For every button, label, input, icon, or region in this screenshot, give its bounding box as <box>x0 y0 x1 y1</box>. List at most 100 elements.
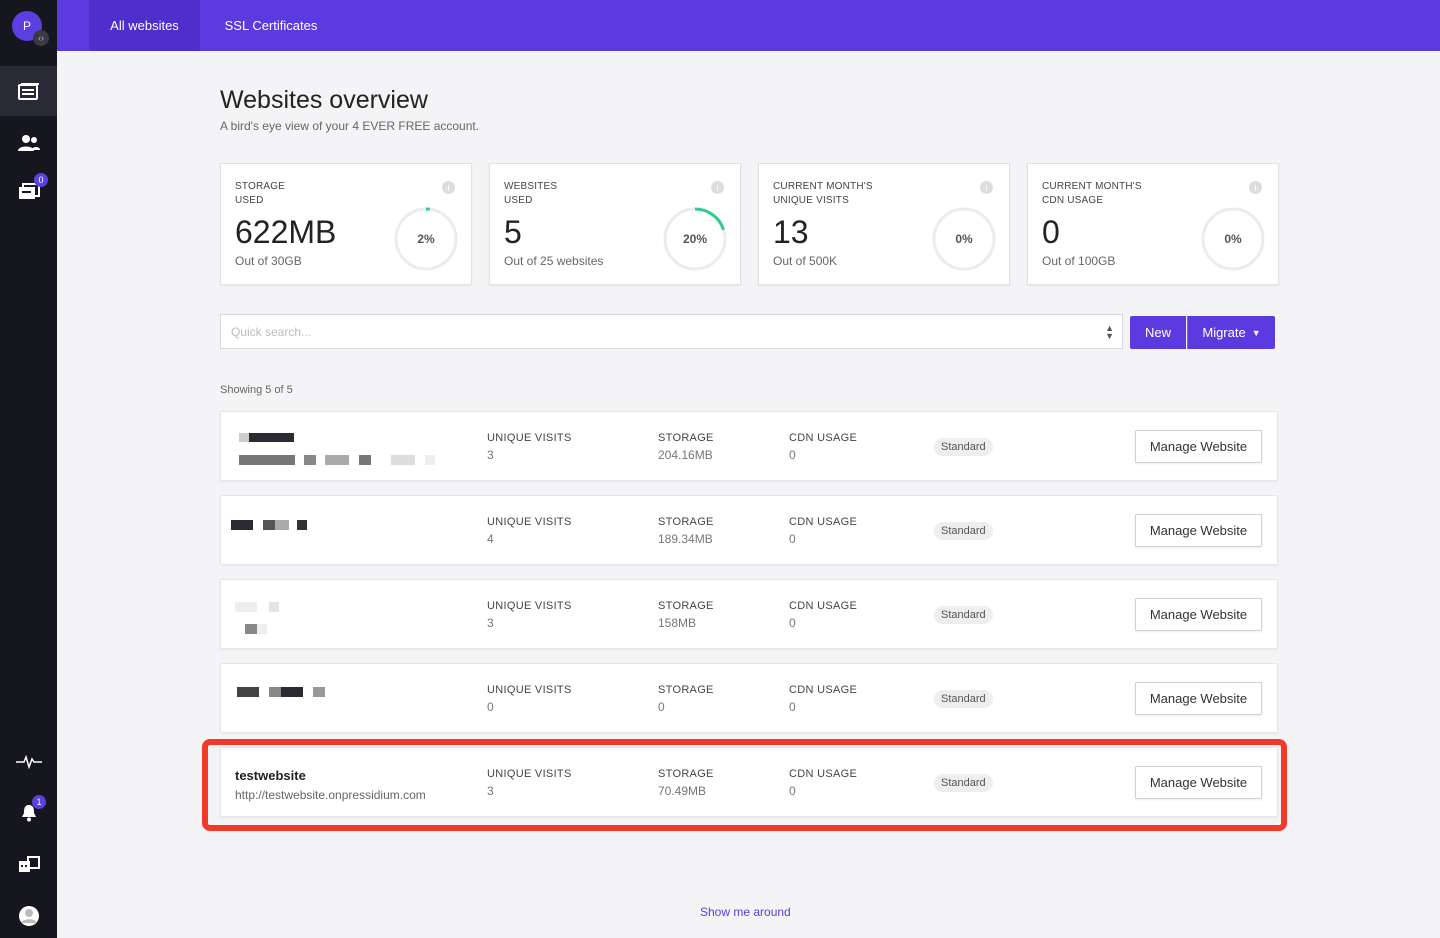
gauge-percent: 20% <box>682 232 708 246</box>
cdn-label: CDN USAGE <box>789 432 858 444</box>
cdn-label: CDN USAGE <box>789 684 858 696</box>
cdn-label: CDN USAGE <box>789 600 858 612</box>
storage-label: STORAGE <box>658 600 714 612</box>
gauge-percent: 0% <box>955 232 973 246</box>
manage-website-button[interactable]: Manage Website <box>1135 514 1262 547</box>
visits-label: UNIQUE VISITS <box>487 600 572 612</box>
cdn-value: 0 <box>789 532 796 546</box>
info-icon[interactable]: i <box>980 181 993 194</box>
plan-badge: Standard <box>934 522 993 540</box>
website-row-testwebsite: testwebsite http://testwebsite.onpressid… <box>220 747 1278 817</box>
site-name[interactable]: testwebsite <box>235 768 306 783</box>
manage-website-button[interactable]: Manage Website <box>1135 598 1262 631</box>
support-icon <box>18 856 40 872</box>
storage-value: 204.16MB <box>658 448 713 462</box>
stat-label: CURRENT MONTH'S UNIQUE VISITS <box>773 181 873 206</box>
cdn-value: 0 <box>789 700 796 714</box>
stat-value: 622MB <box>235 214 337 250</box>
top-navigation: All websites SSL Certificates <box>57 0 1440 51</box>
migrate-button[interactable]: Migrate ▼ <box>1187 316 1275 349</box>
website-row: UNIQUE VISITS 0 STORAGE 0 CDN USAGE 0 St… <box>220 663 1278 733</box>
messages-badge: 0 <box>34 173 48 187</box>
search-input[interactable] <box>221 315 1081 348</box>
storage-label: STORAGE <box>658 768 714 780</box>
storage-value: 189.34MB <box>658 532 713 546</box>
page-subtitle: A bird's eye view of your 4 EVER FREE ac… <box>220 119 480 133</box>
info-icon[interactable]: i <box>1249 181 1262 194</box>
websites-icon <box>17 83 39 100</box>
cdn-value: 0 <box>789 448 796 462</box>
gauge-percent: 0% <box>1224 232 1242 246</box>
gauge-percent: 2% <box>417 232 435 246</box>
cdn-label: CDN USAGE <box>789 516 858 528</box>
stat-sub: Out of 500K <box>773 254 838 268</box>
visits-label: UNIQUE VISITS <box>487 684 572 696</box>
show-me-around-link[interactable]: Show me around <box>700 905 791 919</box>
visits-value: 3 <box>487 784 494 798</box>
sidebar-item-messages[interactable] <box>0 168 57 218</box>
storage-value: 70.49MB <box>658 784 707 798</box>
website-row: UNIQUE VISITS 3 STORAGE 204.16MB CDN USA… <box>220 411 1278 481</box>
quick-search: ▲▼ <box>220 314 1123 349</box>
stat-sub: Out of 25 websites <box>504 254 604 268</box>
storage-label: STORAGE <box>658 684 714 696</box>
manage-website-button[interactable]: Manage Website <box>1135 766 1262 799</box>
visits-label: UNIQUE VISITS <box>487 516 572 528</box>
sidebar: P ‹› 0 1 <box>0 0 57 938</box>
page-title: Websites overview <box>220 86 428 114</box>
website-row: UNIQUE VISITS 4 STORAGE 189.34MB CDN USA… <box>220 495 1278 565</box>
storage-value: 0 <box>658 700 665 714</box>
plan-badge: Standard <box>934 438 993 456</box>
cdn-value: 0 <box>789 784 796 798</box>
plan-badge: Standard <box>934 774 993 792</box>
stat-value: 5 <box>504 214 522 250</box>
info-icon[interactable]: i <box>711 181 724 194</box>
sidebar-item-notifications[interactable] <box>0 788 57 838</box>
site-url[interactable]: http://testwebsite.onpressidium.com <box>235 788 426 802</box>
stat-label: STORAGE USED <box>235 181 286 206</box>
new-button[interactable]: New <box>1130 316 1186 349</box>
users-icon <box>17 135 40 151</box>
visits-value: 0 <box>487 700 494 714</box>
cdn-value: 0 <box>789 616 796 630</box>
sidebar-item-users[interactable] <box>0 118 57 168</box>
website-row: UNIQUE VISITS 3 STORAGE 158MB CDN USAGE … <box>220 579 1278 649</box>
visits-value: 4 <box>487 532 494 546</box>
stat-value: 0 <box>1042 214 1060 250</box>
sidebar-item-support[interactable] <box>0 840 57 890</box>
plan-badge: Standard <box>934 690 993 708</box>
stat-card-websites: WEBSITES USED i 5 Out of 25 websites 20% <box>489 163 741 285</box>
switch-account-icon[interactable]: ‹› <box>33 30 49 46</box>
sidebar-item-profile[interactable] <box>0 891 57 938</box>
storage-value: 158MB <box>658 616 697 630</box>
storage-label: STORAGE <box>658 432 714 444</box>
stat-card-storage: STORAGE USED i 622MB Out of 30GB 2% <box>220 163 472 285</box>
visits-label: UNIQUE VISITS <box>487 768 572 780</box>
profile-icon <box>18 906 39 926</box>
chevron-down-icon: ▼ <box>1251 327 1261 338</box>
stat-label: WEBSITES USED <box>504 181 558 206</box>
info-icon[interactable]: i <box>442 181 455 194</box>
visits-value: 3 <box>487 448 494 462</box>
stat-sub: Out of 100GB <box>1042 254 1116 268</box>
tab-ssl-certificates[interactable]: SSL Certificates <box>200 0 342 51</box>
stat-card-unique-visits: CURRENT MONTH'S UNIQUE VISITS i 13 Out of… <box>758 163 1010 285</box>
messages-icon <box>18 183 40 199</box>
sort-arrows-icon[interactable]: ▲ ▼ <box>1105 324 1114 341</box>
sidebar-item-activity[interactable] <box>0 737 57 787</box>
visits-value: 3 <box>487 616 494 630</box>
sidebar-item-websites[interactable] <box>0 66 57 116</box>
manage-website-button[interactable]: Manage Website <box>1135 682 1262 715</box>
stat-sub: Out of 30GB <box>235 254 302 268</box>
notifications-badge: 1 <box>32 795 46 809</box>
stat-card-cdn-usage: CURRENT MONTH'S CDN USAGE i 0 Out of 100G… <box>1027 163 1279 285</box>
cdn-label: CDN USAGE <box>789 768 858 780</box>
tab-all-websites[interactable]: All websites <box>89 0 200 51</box>
stat-value: 13 <box>773 214 809 250</box>
storage-label: STORAGE <box>658 516 714 528</box>
showing-count: Showing 5 of 5 <box>220 384 293 396</box>
visits-label: UNIQUE VISITS <box>487 432 572 444</box>
stat-label: CURRENT MONTH'S CDN USAGE <box>1042 181 1142 206</box>
manage-website-button[interactable]: Manage Website <box>1135 430 1262 463</box>
plan-badge: Standard <box>934 606 993 624</box>
